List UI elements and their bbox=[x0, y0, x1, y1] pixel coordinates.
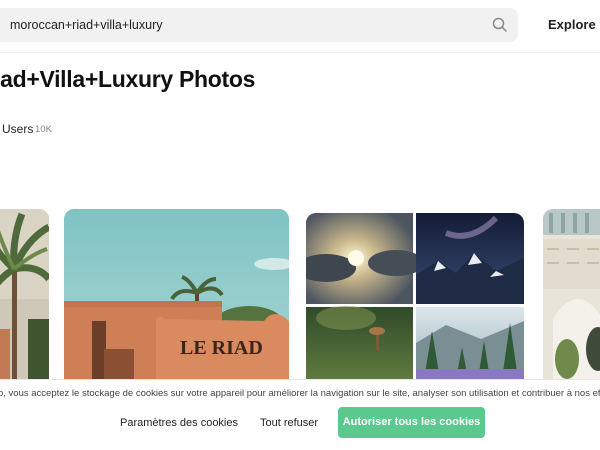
search-input[interactable]: moroccan+riad+villa+luxury bbox=[10, 18, 163, 32]
photo-landscape-collage[interactable] bbox=[306, 213, 524, 379]
photo-palm-trees[interactable] bbox=[0, 209, 49, 379]
header-divider bbox=[0, 52, 600, 53]
photo-le-riad[interactable]: LE RIAD bbox=[64, 209, 289, 379]
tab-users[interactable]: Users bbox=[2, 122, 33, 136]
cookie-settings-button[interactable]: Paramètres des cookies bbox=[120, 417, 238, 429]
photo-moroccan-arch[interactable] bbox=[543, 209, 600, 379]
accept-all-cookies-button[interactable]: Autoriser tous les cookies bbox=[338, 407, 485, 438]
explore-menu[interactable]: Explore bbox=[548, 17, 596, 32]
page-title: iad+Villa+Luxury Photos bbox=[0, 66, 256, 92]
cookie-consent-text: o, vous acceptez le stockage de cookies … bbox=[0, 388, 600, 399]
search-icon[interactable] bbox=[491, 16, 509, 34]
users-count-badge: 10K bbox=[35, 124, 52, 135]
riad-sign-text: LE RIAD bbox=[180, 337, 263, 359]
refuse-all-button[interactable]: Tout refuser bbox=[260, 417, 318, 429]
